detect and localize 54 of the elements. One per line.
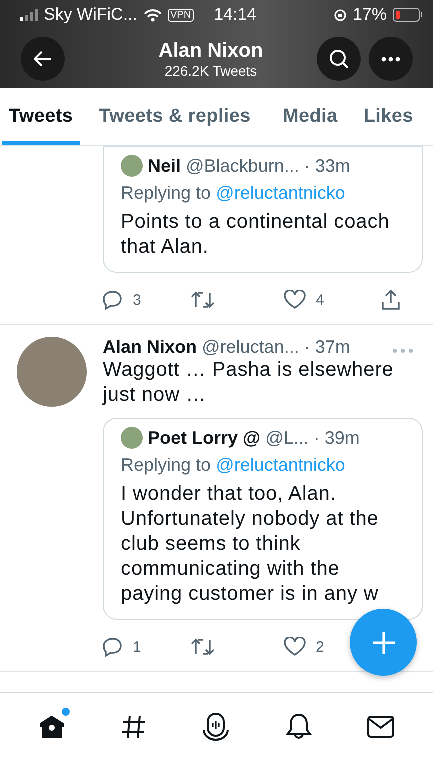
replying-label: Replying to (121, 183, 212, 204)
reply-count: 3 (133, 292, 142, 308)
envelope-icon[interactable] (367, 714, 396, 738)
reply-icon[interactable] (103, 290, 123, 310)
profile-tab[interactable]: Tweets & replies (92, 88, 258, 145)
avatar-photo-placeholder (121, 427, 143, 449)
wifi-icon (144, 8, 162, 22)
plus-icon (372, 630, 396, 654)
vpn-badge: VPN (168, 8, 194, 22)
search-button[interactable] (317, 37, 361, 81)
battery-icon (393, 8, 423, 22)
profile-tab[interactable]: Media (276, 88, 345, 145)
quoted-text: I wonder that too, Alan. Unfortunately nobody at the club seems to think communicating with the paying customer is in any w (121, 482, 380, 607)
tweet-time: · 33m (304, 156, 350, 176)
heart-icon[interactable] (284, 637, 306, 657)
back-button[interactable] (21, 37, 65, 81)
search-icon (329, 49, 349, 69)
avatar-photo-placeholder (121, 155, 143, 177)
author-handle: @L... (266, 428, 309, 448)
author-name: Alan Nixon (103, 337, 198, 358)
like-count: 2 (316, 638, 324, 656)
profile-tab[interactable]: Tweets (2, 88, 80, 145)
more-icon (381, 56, 401, 62)
retweet-icon[interactable] (191, 290, 215, 310)
hashtag-icon[interactable] (121, 714, 148, 740)
more-button[interactable] (369, 37, 413, 81)
tweet-text: Waggott … Pasha is elsewhere just now … (103, 358, 395, 408)
author-name: Poet Lorry @ (148, 428, 261, 448)
tweet-time: · 37m (304, 337, 350, 358)
reply-count: 1 (133, 638, 142, 656)
battery-percent: 17% (352, 5, 387, 25)
heart-icon[interactable] (284, 290, 306, 310)
bell-icon[interactable] (286, 712, 312, 740)
clock: 14:14 (214, 5, 257, 25)
author-handle: @Blackburn... (186, 156, 300, 176)
rotation-lock-icon (334, 8, 347, 22)
replying-label: Replying to (121, 455, 212, 476)
reply-icon[interactable] (103, 637, 123, 657)
tweet-count: 226.2K Tweets (164, 62, 258, 78)
retweet-icon[interactable] (191, 637, 215, 657)
like-count: 4 (316, 292, 324, 308)
signal-icon (20, 9, 38, 21)
profile-tab[interactable]: Likes (356, 88, 420, 145)
share-icon[interactable] (381, 290, 401, 310)
microphone-icon[interactable] (202, 712, 230, 742)
author-handle: @reluctan... (202, 337, 300, 358)
back-arrow-icon (34, 51, 52, 67)
tweet-time: · 39m (314, 428, 360, 448)
quoted-text: Points to a continental coach that Alan. (121, 210, 391, 260)
profile-name: Alan Nixon (158, 40, 264, 62)
compose-button[interactable] (350, 609, 417, 676)
author-name: Neil (148, 156, 182, 176)
quoted-tweet-card[interactable]: Neil @Blackburn... · 33m Replying to @reluctantnicko Points to a continental coach that Alan. (103, 146, 423, 273)
carrier-name: Sky WiFiC... (44, 5, 138, 25)
